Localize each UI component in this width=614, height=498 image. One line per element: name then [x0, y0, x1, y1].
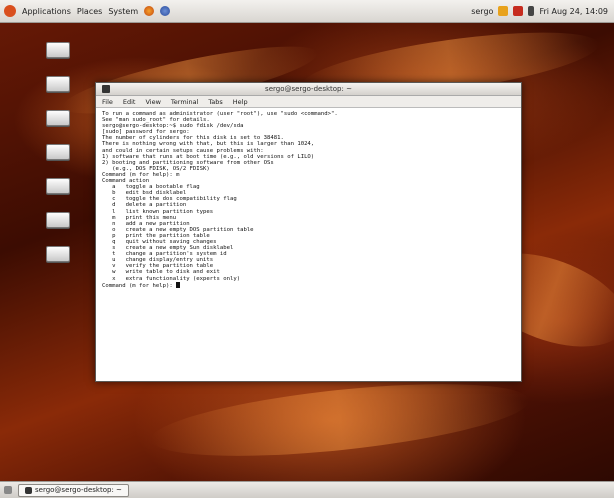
menu-edit[interactable]: Edit: [123, 98, 136, 106]
drive-icon: [46, 178, 70, 194]
drive-icon: [46, 144, 70, 160]
terminal-titlebar[interactable]: sergo@sergo-desktop: ~: [96, 83, 521, 96]
desktop-drive-icon[interactable]: [38, 174, 78, 208]
terminal-window[interactable]: sergo@sergo-desktop: ~ File Edit View Te…: [95, 82, 522, 382]
firefox-launcher-icon[interactable]: [144, 6, 155, 16]
taskbar-terminal-label: sergo@sergo-desktop: ~: [35, 486, 122, 494]
desktop-screen: Applications Places System sergo Fri Aug…: [0, 0, 614, 498]
places-menu[interactable]: Places: [77, 7, 102, 16]
wallpaper-streak: [147, 370, 533, 470]
help-launcher-icon[interactable]: [160, 6, 171, 16]
drive-icon: [46, 76, 70, 92]
user-name[interactable]: sergo: [471, 7, 493, 16]
show-desktop-icon[interactable]: [4, 486, 12, 494]
terminal-menubar: File Edit View Terminal Tabs Help: [96, 96, 521, 108]
drive-icon: [46, 212, 70, 228]
applications-menu[interactable]: Applications: [22, 7, 71, 16]
update-notifier-icon[interactable]: [498, 6, 509, 16]
menu-help[interactable]: Help: [233, 98, 248, 106]
text-cursor: [176, 281, 181, 288]
top-panel-tray: sergo Fri Aug 24, 14:09: [471, 6, 614, 16]
terminal-title: sergo@sergo-desktop: ~: [265, 85, 352, 93]
menu-view[interactable]: View: [145, 98, 160, 106]
drive-icon: [46, 110, 70, 126]
network-icon[interactable]: [513, 6, 524, 16]
desktop-drive-icon[interactable]: [38, 72, 78, 106]
desktop-icons: [38, 38, 78, 276]
taskbar-terminal-button[interactable]: sergo@sergo-desktop: ~: [18, 483, 129, 497]
menu-terminal[interactable]: Terminal: [171, 98, 198, 106]
clock[interactable]: Fri Aug 24, 14:09: [539, 7, 608, 16]
drive-icon: [46, 42, 70, 58]
volume-icon[interactable]: [528, 6, 535, 16]
terminal-task-icon: [25, 486, 32, 494]
terminal-icon: [102, 85, 110, 93]
desktop-drive-icon[interactable]: [38, 242, 78, 276]
top-panel-menus: Applications Places System: [0, 5, 171, 17]
terminal-output[interactable]: To run a command as administrator (user …: [96, 108, 521, 381]
drive-icon: [46, 246, 70, 262]
top-panel: Applications Places System sergo Fri Aug…: [0, 0, 614, 23]
desktop-drive-icon[interactable]: [38, 208, 78, 242]
terminal-prompt-line[interactable]: Command (m for help):: [102, 281, 515, 289]
menu-tabs[interactable]: Tabs: [208, 98, 222, 106]
desktop-drive-icon[interactable]: [38, 38, 78, 72]
desktop-drive-icon[interactable]: [38, 140, 78, 174]
system-menu[interactable]: System: [108, 7, 138, 16]
terminal-prompt: Command (m for help):: [102, 282, 177, 289]
bottom-panel: sergo@sergo-desktop: ~: [0, 481, 614, 498]
desktop-drive-icon[interactable]: [38, 106, 78, 140]
menu-file[interactable]: File: [102, 98, 113, 106]
gnome-foot-icon[interactable]: [4, 5, 16, 17]
